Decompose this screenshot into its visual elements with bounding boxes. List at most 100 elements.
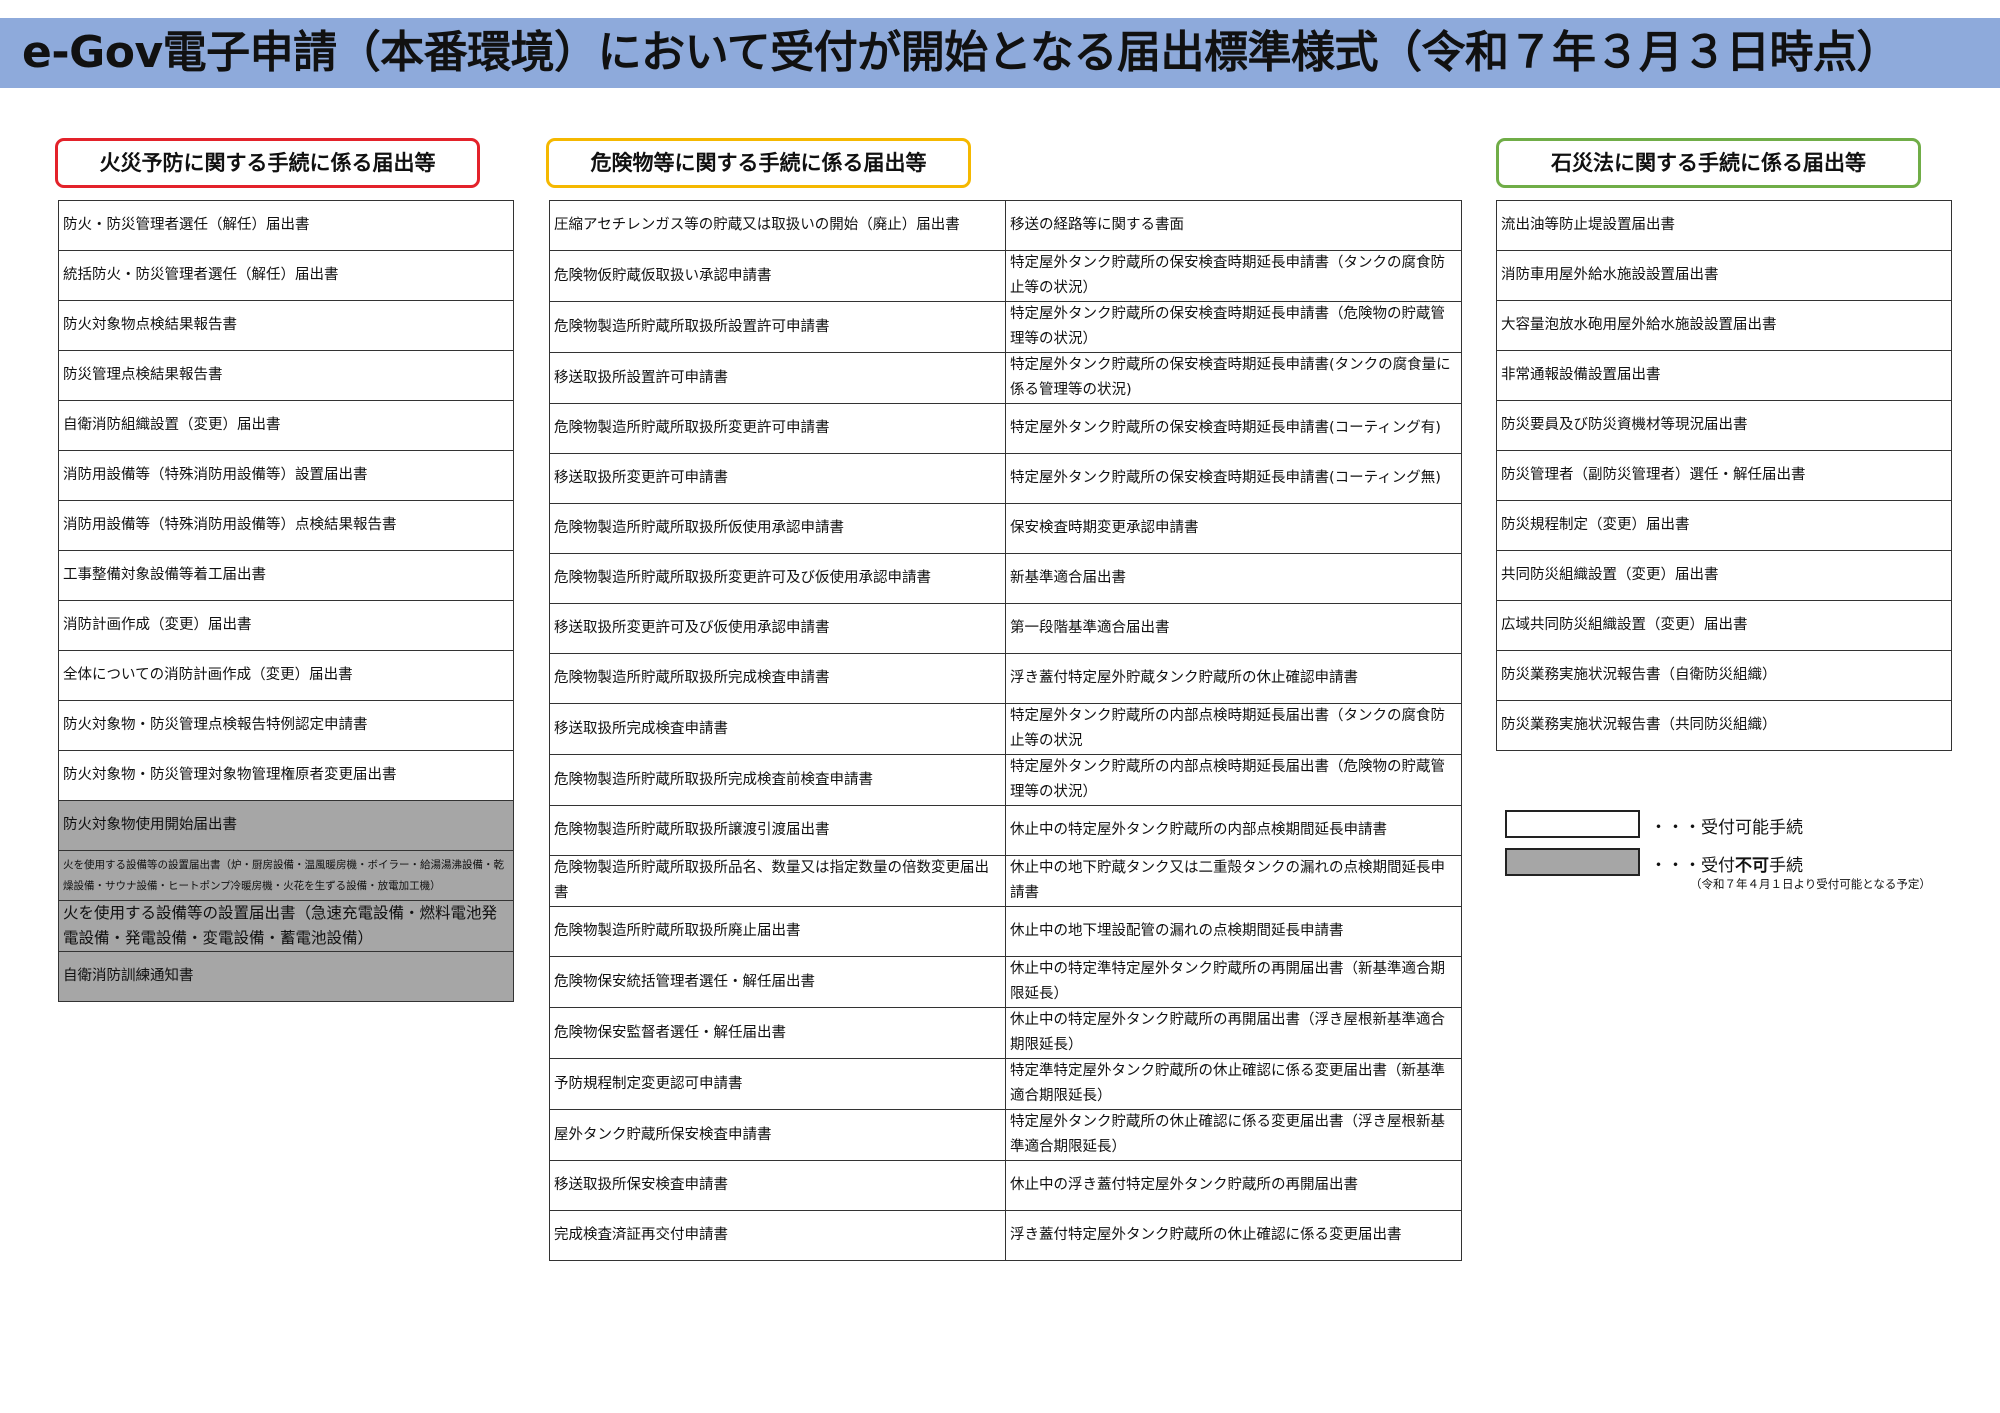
fire-row-cell: 全体についての消防計画作成（変更）届出書 (58, 650, 514, 701)
fire-row: 統括防火・防災管理者選任（解任）届出書 (58, 250, 514, 301)
sekisai-row-cell: 防災要員及び防災資機材等現況届出書 (1496, 400, 1952, 451)
hazmat-row: 移送取扱所設置許可申請書 特定屋外タンク貯蔵所の保安検査時期延長申請書(タンクの腐… (549, 352, 1462, 404)
hazmat-row-left-cell: 危険物保安統括管理者選任・解任届出書 (549, 956, 1006, 1008)
fire-row: 全体についての消防計画作成（変更）届出書 (58, 650, 514, 701)
hazmat-row: 危険物仮貯蔵仮取扱い承認申請書 特定屋外タンク貯蔵所の保安検査時期延長申請書（タン… (549, 250, 1462, 302)
sekisai-row: 消防車用屋外給水施設設置届出書 (1496, 250, 1952, 301)
fire-row: 防災管理点検結果報告書 (58, 350, 514, 401)
legend-unavailable-suffix: 手続 (1769, 856, 1803, 876)
sekisai-row-cell: 防災業務実施状況報告書（自衛防災組織） (1496, 650, 1952, 701)
hazmat-row-left-cell: 危険物製造所貯蔵所取扱所廃止届出書 (549, 906, 1006, 957)
hazmat-row-left-cell: 移送取扱所保安検査申請書 (549, 1160, 1006, 1211)
hazmat-row: 危険物製造所貯蔵所取扱所仮使用承認申請書 保安検査時期変更承認申請書 (549, 503, 1462, 554)
hazmat-row-right-cell: 特定屋外タンク貯蔵所の保安検査時期延長申請書(タンクの腐食量に係る管理等の状況) (1005, 352, 1462, 404)
hazmat-row-left-cell: 危険物仮貯蔵仮取扱い承認申請書 (549, 250, 1006, 302)
fire-procedures-table: 防火・防災管理者選任（解任）届出書 統括防火・防災管理者選任（解任）届出書 防火対象… (58, 200, 514, 1002)
hazmat-row: 移送取扱所完成検査申請書 特定屋外タンク貯蔵所の内部点検時期延長届出書（タンクの腐… (549, 703, 1462, 755)
hazmat-row-left-cell: 危険物製造所貯蔵所取扱所設置許可申請書 (549, 301, 1006, 353)
fire-row: 防火・防災管理者選任（解任）届出書 (58, 200, 514, 251)
fire-row: 防火対象物・防災管理点検報告特例認定申請書 (58, 700, 514, 751)
sekisai-row-cell: 防災規程制定（変更）届出書 (1496, 500, 1952, 551)
fire-row-cell: 統括防火・防災管理者選任（解任）届出書 (58, 250, 514, 301)
hazmat-row: 移送取扱所変更許可申請書 特定屋外タンク貯蔵所の保安検査時期延長申請書(コーティン… (549, 453, 1462, 504)
hazmat-row-right-cell: 休止中の特定準特定屋外タンク貯蔵所の再開届出書（新基準適合期限延長） (1005, 956, 1462, 1008)
hazmat-row-left-cell: 危険物保安監督者選任・解任届出書 (549, 1007, 1006, 1059)
fire-row-cell: 火を使用する設備等の設置届出書（急速充電設備・燃料電池発電設備・発電設備・変電設… (58, 900, 514, 952)
hazmat-row-left-cell: 危険物製造所貯蔵所取扱所変更許可及び仮使用承認申請書 (549, 553, 1006, 604)
legend-unavailable-bold: 不可 (1735, 856, 1769, 876)
hazmat-row-left-cell: 移送取扱所設置許可申請書 (549, 352, 1006, 404)
sekisai-row: 防災業務実施状況報告書（自衛防災組織） (1496, 650, 1952, 701)
hazmat-row-right-cell: 特定屋外タンク貯蔵所の休止確認に係る変更届出書（浮き屋根新基準適合期限延長） (1005, 1109, 1462, 1161)
sekisai-row-cell: 流出油等防止堤設置届出書 (1496, 200, 1952, 251)
fire-row-cell: 自衛消防訓練通知書 (58, 951, 514, 1002)
hazmat-row-right-cell: 特定屋外タンク貯蔵所の保安検査時期延長申請書（危険物の貯蔵管理等の状況） (1005, 301, 1462, 353)
hazmat-row-left-cell: 圧縮アセチレンガス等の貯蔵又は取扱いの開始（廃止）届出書 (549, 200, 1006, 251)
hazmat-row-right-cell: 第一段階基準適合届出書 (1005, 603, 1462, 654)
hazmat-row-left-cell: 危険物製造所貯蔵所取扱所品名、数量又は指定数量の倍数変更届出書 (549, 855, 1006, 907)
sekisai-row-cell: 防災管理者（副防災管理者）選任・解任届出書 (1496, 450, 1952, 501)
fire-row: 自衛消防訓練通知書 (58, 951, 514, 1002)
sekisai-row: 防災業務実施状況報告書（共同防災組織） (1496, 700, 1952, 751)
hazmat-row-right-cell: 休止中の特定屋外タンク貯蔵所の内部点検期間延長申請書 (1005, 805, 1462, 856)
fire-row-cell: 火を使用する設備等の設置届出書（炉・厨房設備・温風暖房機・ボイラー・給湯湯沸設備… (58, 850, 514, 901)
hazmat-row: 危険物保安統括管理者選任・解任届出書 休止中の特定準特定屋外タンク貯蔵所の再開届出… (549, 956, 1462, 1008)
fire-row-cell: 自衛消防組織設置（変更）届出書 (58, 400, 514, 451)
fire-row: 消防計画作成（変更）届出書 (58, 600, 514, 651)
hazmat-row-right-cell: 特定屋外タンク貯蔵所の保安検査時期延長申請書（タンクの腐食防止等の状況） (1005, 250, 1462, 302)
hazmat-row: 移送取扱所保安検査申請書 休止中の浮き蓋付特定屋外タンク貯蔵所の再開届出書 (549, 1160, 1462, 1211)
sekisai-row-cell: 消防車用屋外給水施設設置届出書 (1496, 250, 1952, 301)
hazmat-row-left-cell: 危険物製造所貯蔵所取扱所譲渡引渡届出書 (549, 805, 1006, 856)
sekisai-row: 共同防災組織設置（変更）届出書 (1496, 550, 1952, 601)
hazmat-row-right-cell: 特定屋外タンク貯蔵所の保安検査時期延長申請書(コーティング無) (1005, 453, 1462, 504)
sekisai-row-cell: 非常通報設備設置届出書 (1496, 350, 1952, 401)
hazmat-row-right-cell: 保安検査時期変更承認申請書 (1005, 503, 1462, 554)
title-banner: e-Gov電子申請（本番環境）において受付が開始となる届出標準様式（令和７年３月… (0, 18, 2000, 88)
hazmat-row-right-cell: 特定屋外タンク貯蔵所の保安検査時期延長申請書(コーティング有) (1005, 403, 1462, 454)
fire-section-heading: 火災予防に関する手続に係る届出等 (55, 138, 480, 188)
legend-available-swatch (1505, 810, 1640, 838)
sekisai-row-cell: 大容量泡放水砲用屋外給水施設設置届出書 (1496, 300, 1952, 351)
fire-row-cell: 防火対象物・防災管理対象物管理権原者変更届出書 (58, 750, 514, 801)
sekisai-row-cell: 防災業務実施状況報告書（共同防災組織） (1496, 700, 1952, 751)
hazmat-row: 危険物製造所貯蔵所取扱所完成検査申請書 浮き蓋付特定屋外貯蔵タンク貯蔵所の休止確認… (549, 653, 1462, 704)
hazmat-row-left-cell: 移送取扱所変更許可及び仮使用承認申請書 (549, 603, 1006, 654)
sekisai-row-cell: 共同防災組織設置（変更）届出書 (1496, 550, 1952, 601)
fire-row: 防火対象物・防災管理対象物管理権原者変更届出書 (58, 750, 514, 801)
hazmat-row-left-cell: 危険物製造所貯蔵所取扱所完成検査前検査申請書 (549, 754, 1006, 806)
sekisai-row: 防災管理者（副防災管理者）選任・解任届出書 (1496, 450, 1952, 501)
fire-row: 工事整備対象設備等着工届出書 (58, 550, 514, 601)
fire-row: 自衛消防組織設置（変更）届出書 (58, 400, 514, 451)
hazmat-row-left-cell: 完成検査済証再交付申請書 (549, 1210, 1006, 1261)
legend-unavailable-label: ・・・受付不可手続 (1650, 851, 1803, 876)
hazmat-row-right-cell: 特定屋外タンク貯蔵所の内部点検時期延長届出書（危険物の貯蔵管理等の状況） (1005, 754, 1462, 806)
sekisai-row-cell: 広域共同防災組織設置（変更）届出書 (1496, 600, 1952, 651)
hazmat-row: 危険物製造所貯蔵所取扱所変更許可申請書 特定屋外タンク貯蔵所の保安検査時期延長申請… (549, 403, 1462, 454)
sekisai-row: 大容量泡放水砲用屋外給水施設設置届出書 (1496, 300, 1952, 351)
sekisai-row: 防災要員及び防災資機材等現況届出書 (1496, 400, 1952, 451)
hazmat-row: 予防規程制定変更認可申請書 特定準特定屋外タンク貯蔵所の休止確認に係る変更届出書（… (549, 1058, 1462, 1110)
hazmat-row: 危険物製造所貯蔵所取扱所廃止届出書 休止中の地下埋設配管の漏れの点検期間延長申請書 (549, 906, 1462, 957)
legend-unavailable-swatch (1505, 848, 1640, 876)
hazmat-procedures-table: 圧縮アセチレンガス等の貯蔵又は取扱いの開始（廃止）届出書 移送の経路等に関する書面… (549, 200, 1462, 1261)
fire-row-cell: 消防用設備等（特殊消防用設備等）設置届出書 (58, 450, 514, 501)
hazmat-row-right-cell: 休止中の特定屋外タンク貯蔵所の再開届出書（浮き屋根新基準適合期限延長） (1005, 1007, 1462, 1059)
sekisai-row: 流出油等防止堤設置届出書 (1496, 200, 1952, 251)
hazmat-row: 危険物製造所貯蔵所取扱所完成検査前検査申請書 特定屋外タンク貯蔵所の内部点検時期延… (549, 754, 1462, 806)
fire-row-cell: 工事整備対象設備等着工届出書 (58, 550, 514, 601)
hazmat-row: 完成検査済証再交付申請書 浮き蓋付特定屋外タンク貯蔵所の休止確認に係る変更届出書 (549, 1210, 1462, 1261)
hazmat-row-right-cell: 休止中の地下埋設配管の漏れの点検期間延長申請書 (1005, 906, 1462, 957)
hazmat-row-right-cell: 浮き蓋付特定屋外タンク貯蔵所の休止確認に係る変更届出書 (1005, 1210, 1462, 1261)
hazmat-row-left-cell: 移送取扱所変更許可申請書 (549, 453, 1006, 504)
hazmat-row-left-cell: 危険物製造所貯蔵所取扱所変更許可申請書 (549, 403, 1006, 454)
fire-row: 消防用設備等（特殊消防用設備等）点検結果報告書 (58, 500, 514, 551)
page-title: e-Gov電子申請（本番環境）において受付が開始となる届出標準様式（令和７年３月… (22, 27, 1901, 78)
hazmat-row-left-cell: 移送取扱所完成検査申請書 (549, 703, 1006, 755)
sekisai-row: 非常通報設備設置届出書 (1496, 350, 1952, 401)
hazmat-row: 屋外タンク貯蔵所保安検査申請書 特定屋外タンク貯蔵所の休止確認に係る変更届出書（浮… (549, 1109, 1462, 1161)
sekisai-row: 防災規程制定（変更）届出書 (1496, 500, 1952, 551)
hazmat-row-right-cell: 移送の経路等に関する書面 (1005, 200, 1462, 251)
hazmat-row: 危険物製造所貯蔵所取扱所設置許可申請書 特定屋外タンク貯蔵所の保安検査時期延長申請… (549, 301, 1462, 353)
fire-row-cell: 防災管理点検結果報告書 (58, 350, 514, 401)
fire-row-cell: 消防計画作成（変更）届出書 (58, 600, 514, 651)
